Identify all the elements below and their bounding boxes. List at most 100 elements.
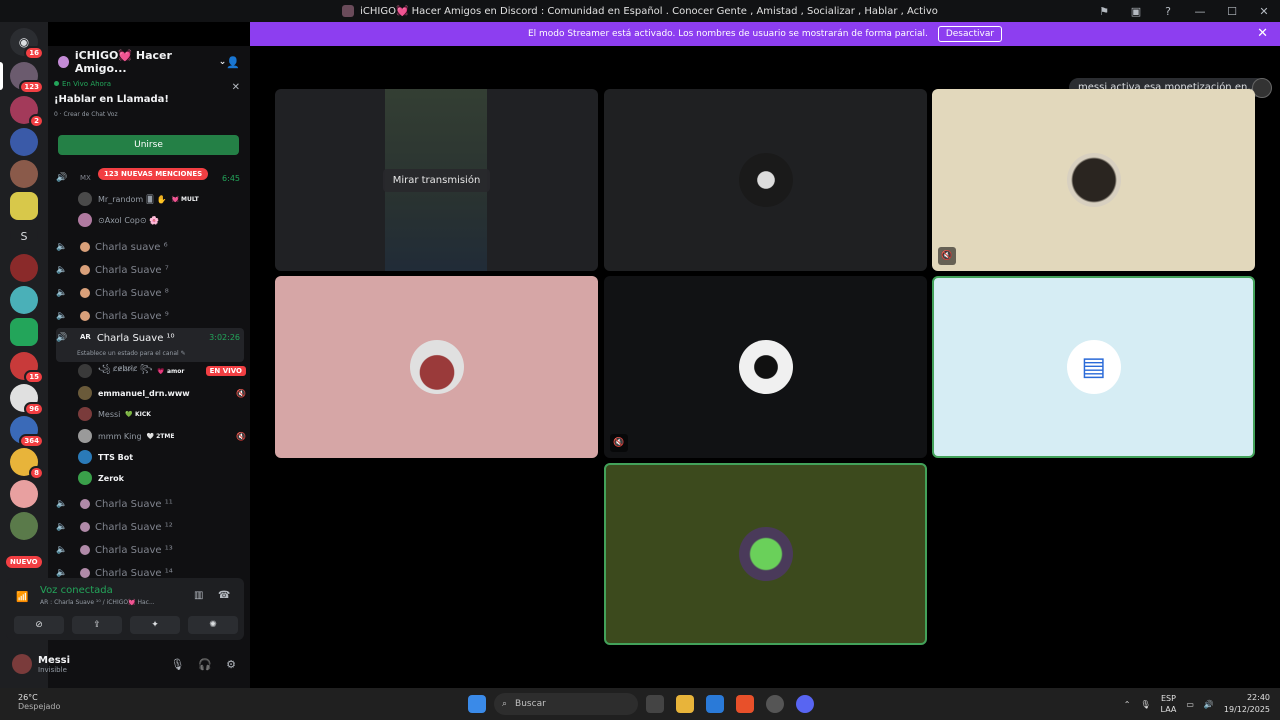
mentions-badge[interactable]: 123 NUEVAS MENCIONES — [98, 168, 209, 180]
server-item[interactable]: 15 — [10, 352, 44, 384]
participant-tile[interactable]: 🔇 — [932, 89, 1255, 271]
voice-user[interactable]: Messi 💚 KICK — [78, 405, 246, 423]
server-item[interactable] — [10, 160, 38, 188]
discord-icon[interactable] — [796, 695, 814, 713]
server-item-s[interactable]: S — [10, 222, 38, 250]
voice-channel[interactable]: 🔈 Charla suave ⁶ — [56, 237, 244, 257]
voice-channel[interactable]: 🔈 Charla Suave ⁹ — [56, 306, 244, 326]
start-icon[interactable] — [468, 695, 486, 713]
participant-tile-speaking[interactable] — [604, 463, 927, 645]
channel-prefix: MX — [80, 174, 91, 182]
guild-header[interactable]: iCHIGO💓 Hacer Amigo... ⌄ 👤 — [48, 46, 250, 78]
voice-user[interactable]: Zerok — [78, 469, 246, 487]
disconnect-icon[interactable]: ☎ — [218, 590, 230, 601]
participant-tile-speaking[interactable]: ▤ — [932, 276, 1255, 458]
voice-user[interactable]: TTS Bot — [78, 448, 246, 466]
avatar[interactable] — [12, 654, 32, 674]
screen-share-icon[interactable]: ▣ — [1120, 5, 1152, 18]
cookie-icon — [80, 311, 90, 321]
server-item[interactable]: 364 — [10, 416, 44, 448]
voice-user[interactable]: emmanuel_drn.www 🔇 — [78, 384, 246, 402]
invite-icon[interactable]: 👤 — [226, 56, 240, 69]
network-icon[interactable]: ▭ — [1186, 700, 1194, 709]
server-item[interactable] — [10, 128, 38, 156]
brave-icon[interactable] — [736, 695, 754, 713]
voice-channel-active[interactable]: 🔊 AR Charla Suave ¹⁰ 3:02:26 Establece u… — [56, 328, 244, 362]
discord-home-icon[interactable]: ◉ 16 — [10, 28, 44, 60]
channel-status[interactable]: Establece un estado para el canal ✎ — [77, 350, 186, 357]
voice-channel[interactable]: 🔈 Charla Suave ⁸ — [56, 283, 244, 303]
new-badge[interactable]: NUEVO — [6, 556, 42, 568]
user-info[interactable]: Messi Invisible — [38, 655, 70, 674]
voice-channel-path[interactable]: AR : Charla Suave ¹⁰ / iCHIGO💓 Hac... — [40, 599, 155, 606]
gear-icon[interactable]: ⚙ — [226, 658, 236, 671]
voice-channel[interactable]: 🔈 Charla Suave ¹¹ — [56, 494, 244, 514]
chevron-down-icon: ⌄ — [218, 57, 227, 67]
watch-stream-button[interactable]: Mirar transmisión — [382, 168, 491, 192]
volume-icon[interactable]: 🔊 — [1204, 700, 1214, 709]
live-label: En Vivo Ahora — [54, 80, 244, 88]
minimize-button[interactable]: — — [1184, 5, 1216, 18]
headphones-icon[interactable]: 🎧 — [198, 658, 212, 671]
app-icon[interactable] — [766, 695, 784, 713]
server-item[interactable] — [10, 318, 38, 346]
activities-button[interactable]: ✦ — [130, 616, 180, 634]
live-now-card: En Vivo Ahora ✕ ¡Hablar en Llamada! 0 · … — [54, 80, 244, 160]
voice-user[interactable]: ꧁ c̷e̷b̷r̷i̷c̷ ꧂ 💗 amor EN VIVO — [78, 362, 246, 380]
mic-icon[interactable]: 🎙 — [170, 658, 184, 671]
signal-icon[interactable]: 📶 — [16, 592, 28, 603]
soundboard-button[interactable]: ✺ — [188, 616, 238, 634]
camera-off-button[interactable]: ⊘ — [14, 616, 64, 634]
voice-channel[interactable]: 🔈 Charla Suave ¹³ — [56, 540, 244, 560]
voice-user[interactable]: mmm King 🤍 2TME 🔇 — [78, 427, 246, 445]
file-explorer-icon[interactable] — [676, 695, 694, 713]
voice-channel[interactable]: 🔈 Charla Suave ¹² — [56, 517, 244, 537]
task-view-icon[interactable] — [646, 695, 664, 713]
server-item[interactable]: 123 — [10, 62, 44, 94]
clock[interactable]: 22:40 19/12/2025 — [1224, 692, 1270, 716]
user-name: Messi — [38, 654, 71, 666]
share-screen-button[interactable]: ⇪ — [72, 616, 122, 634]
join-button[interactable]: Unirse — [58, 135, 239, 155]
server-item[interactable]: 2 — [10, 96, 44, 128]
soundboard-icon[interactable]: ▥ — [194, 590, 203, 601]
stream-tile[interactable]: Mirar transmisión — [275, 89, 598, 271]
channel-name: Charla Suave ⁷ — [95, 264, 169, 276]
voice-user[interactable]: ⊙Axol Cop⊙ 🌸 — [78, 211, 246, 229]
help-icon[interactable]: ? — [1152, 5, 1184, 18]
close-window-button[interactable]: ✕ — [1248, 5, 1280, 18]
speaker-icon: 🔈 — [56, 522, 68, 532]
server-item[interactable] — [10, 480, 38, 508]
participant-tile[interactable] — [275, 276, 598, 458]
close-icon[interactable]: ✕ — [232, 82, 240, 93]
user-tag: 🤍 2TME — [146, 432, 175, 440]
weather-widget[interactable]: 26°C Despejado — [18, 693, 60, 711]
deactivate-button[interactable]: Desactivar — [937, 26, 1003, 42]
maximize-button[interactable]: ☐ — [1216, 5, 1248, 18]
inbox-icon[interactable]: ⚑ — [1088, 5, 1120, 18]
live-title: ¡Hablar en Llamada! — [54, 94, 169, 105]
voice-connection-panel: 📶 Voz conectada AR : Charla Suave ¹⁰ / i… — [6, 578, 244, 640]
participant-tile[interactable] — [604, 89, 927, 271]
user-tag: 💚 KICK — [125, 410, 151, 418]
server-item[interactable]: 8 — [10, 448, 44, 480]
avatar — [738, 527, 793, 581]
user-name: ꧁ c̷e̷b̷r̷i̷c̷ ꧂ — [98, 364, 153, 373]
server-item[interactable] — [10, 286, 38, 314]
chevron-up-icon[interactable]: ⌃ — [1124, 700, 1131, 709]
server-item[interactable] — [10, 192, 38, 220]
avatar — [78, 407, 92, 421]
server-item[interactable] — [10, 512, 38, 540]
mic-icon[interactable]: 🎙 — [1140, 700, 1150, 709]
voice-user[interactable]: Mr_random 🂠 ✋ 💓 MULT — [78, 190, 246, 208]
participant-tile[interactable]: 🔇 — [604, 276, 927, 458]
avatar — [409, 340, 464, 394]
search-box[interactable]: ⌕ Buscar — [494, 693, 638, 715]
store-icon[interactable] — [706, 695, 724, 713]
language-indicator[interactable]: ESP LAA — [1161, 693, 1177, 715]
voice-channel[interactable]: 🔈 Charla Suave ⁷ — [56, 260, 244, 280]
close-icon[interactable]: ✕ — [1257, 26, 1268, 41]
channel-timer: 3:02:26 — [209, 333, 240, 342]
server-item[interactable] — [10, 254, 38, 282]
server-item[interactable]: 96 — [10, 384, 44, 416]
